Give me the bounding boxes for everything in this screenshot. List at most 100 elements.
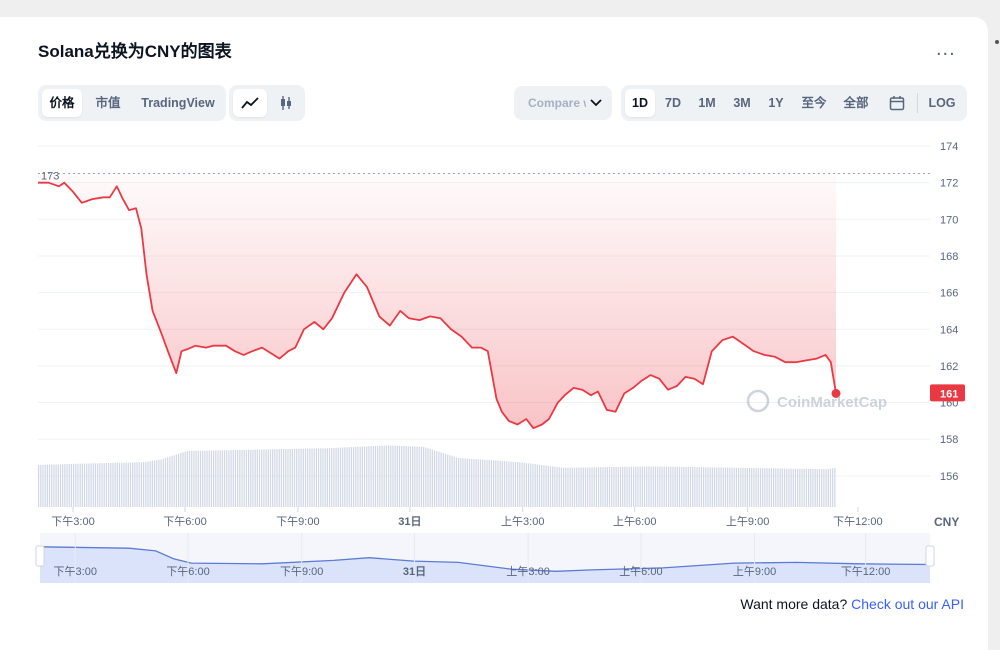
- volume-bar: [241, 449, 243, 507]
- y-tick-label: 170: [940, 214, 958, 226]
- volume-bar: [346, 447, 348, 507]
- volume-bar: [420, 446, 423, 507]
- volume-bar: [414, 446, 416, 507]
- x-tick-label: 31日: [398, 515, 421, 528]
- volume-bar: [287, 448, 289, 507]
- y-axis: 174172170168166164162160158156: [940, 141, 958, 483]
- navigator-right-handle[interactable]: [925, 545, 935, 567]
- volume-bar: [598, 467, 600, 507]
- volume-bar: [689, 467, 692, 507]
- volume-bar: [486, 459, 488, 507]
- volume-bar: [156, 460, 158, 507]
- y-tick-label: 164: [940, 324, 958, 336]
- volume-bar: [814, 469, 816, 507]
- volume-bar: [606, 467, 608, 507]
- navigator-tick-label: 下午3:00: [54, 565, 97, 578]
- volume-bar: [202, 450, 204, 507]
- volume-bar: [729, 467, 731, 507]
- volume-bar: [805, 468, 808, 507]
- volume-bar: [339, 447, 342, 507]
- volume-bar: [311, 448, 313, 507]
- volume-bar: [162, 458, 164, 507]
- volume-bar: [353, 447, 355, 507]
- volume-bar: [245, 449, 248, 507]
- volume-bar: [304, 448, 307, 507]
- y-tick-label: 162: [940, 361, 958, 373]
- volume-bar: [206, 450, 208, 507]
- volume-bar: [48, 464, 51, 507]
- volume-bar: [217, 450, 219, 507]
- volume-bar: [444, 453, 447, 507]
- volume-bar: [479, 459, 482, 507]
- volume-bar: [379, 445, 381, 507]
- volume-bar: [497, 460, 499, 507]
- volume-bar: [775, 468, 777, 507]
- volume-bar: [88, 463, 90, 507]
- volume-bar: [213, 450, 215, 507]
- volume-bar: [779, 468, 781, 507]
- volume-bar: [252, 449, 254, 507]
- volume-bar: [51, 464, 53, 507]
- volume-bar: [569, 467, 571, 507]
- price-chart[interactable]: 173 174172170168166164162160158156 161 下…: [0, 0, 1000, 650]
- volume-bar: [293, 448, 296, 507]
- volume-bar: [567, 467, 569, 507]
- volume-bar: [219, 450, 221, 507]
- volume-bar: [604, 467, 606, 507]
- volume-bar: [521, 462, 523, 507]
- volume-bar: [199, 450, 202, 507]
- volume-bar: [291, 448, 293, 507]
- volume-bar: [646, 466, 648, 507]
- volume-bar: [578, 467, 580, 507]
- volume-bar: [263, 449, 265, 507]
- volume-bar: [532, 463, 534, 507]
- volume-bar: [261, 449, 263, 507]
- volume-bar: [637, 466, 639, 507]
- volume-bar: [230, 450, 232, 507]
- volume-bar: [733, 467, 735, 507]
- volume-bar: [140, 462, 143, 507]
- volume-bar: [748, 467, 751, 507]
- api-link[interactable]: Check out our API: [851, 596, 964, 612]
- volume-bar: [309, 448, 311, 507]
- volume-bar: [818, 469, 821, 507]
- volume-bar: [713, 467, 716, 507]
- volume-bar: [412, 446, 414, 507]
- volume-bar: [707, 467, 709, 507]
- volume-bar: [652, 466, 654, 507]
- x-tick-label: 下午12:00: [833, 515, 883, 528]
- volume-bar: [663, 466, 665, 507]
- x-tick-label: 下午6:00: [163, 515, 206, 528]
- volume-bar: [657, 466, 659, 507]
- volume-bar: [654, 466, 657, 507]
- volume-bar: [742, 467, 744, 507]
- volume-bar: [298, 448, 300, 507]
- volume-bar: [468, 458, 471, 507]
- navigator-left-handle[interactable]: [35, 545, 45, 567]
- volume-bar: [409, 446, 412, 507]
- volume-bar: [418, 446, 420, 507]
- volume-bar: [204, 450, 206, 507]
- volume-bar: [228, 450, 230, 507]
- volume-bar: [390, 445, 392, 507]
- volume-bar: [108, 463, 110, 507]
- volume-bar: [622, 466, 624, 507]
- volume-bar: [571, 467, 573, 507]
- volume-bar: [576, 467, 578, 507]
- volume-bar: [512, 461, 514, 507]
- volume-bar: [416, 446, 418, 507]
- volume-bar: [103, 463, 105, 507]
- volume-bar: [683, 466, 685, 507]
- volume-bar: [265, 449, 267, 507]
- volume-bar: [630, 466, 633, 507]
- volume-bar: [114, 462, 116, 507]
- volume-bar: [38, 465, 40, 507]
- volume-bar: [545, 465, 547, 507]
- volume-bar: [580, 467, 582, 507]
- volume-bar: [151, 460, 153, 507]
- volume-bar: [302, 448, 304, 507]
- volume-bar: [455, 457, 458, 507]
- volume-bar: [81, 463, 83, 507]
- volume-bar: [759, 468, 762, 507]
- volume-bar: [132, 462, 134, 507]
